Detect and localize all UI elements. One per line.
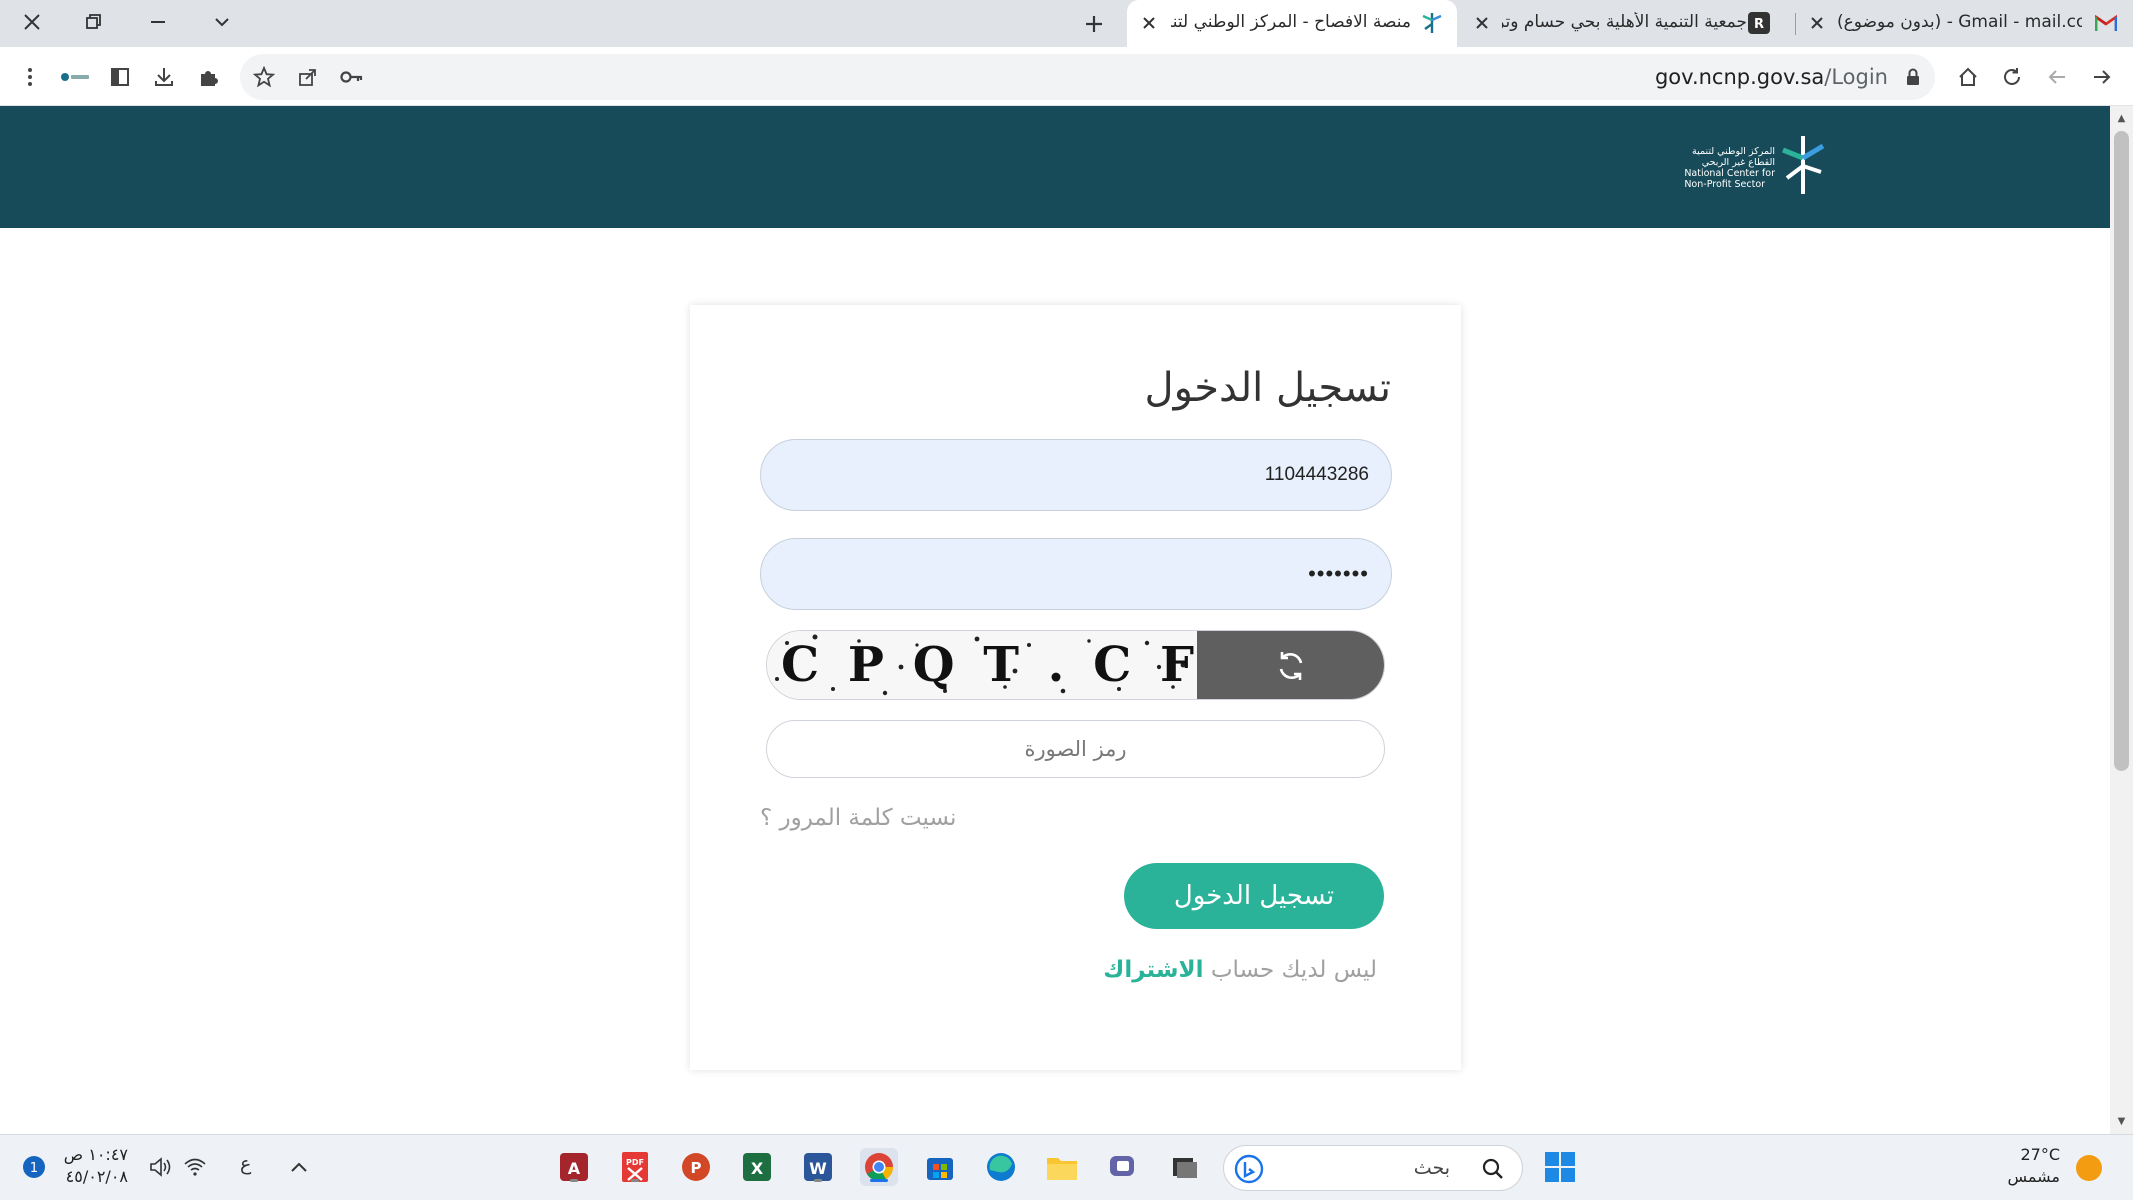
close-window-button[interactable]: [2, 0, 62, 44]
edge-app-icon[interactable]: [982, 1148, 1020, 1186]
tab-title: منصة الافصاح - المركز الوطني لتنمية: [1171, 12, 1411, 32]
chevron-down-icon: [215, 18, 229, 27]
restore-window-button[interactable]: [63, 0, 123, 44]
input-language[interactable]: ع: [240, 1153, 251, 1175]
weather-temperature: 27°C: [2020, 1145, 2060, 1164]
lock-icon[interactable]: [1896, 60, 1930, 94]
plus-icon: [1086, 16, 1102, 32]
svg-text:P: P: [691, 1159, 702, 1177]
bing-icon: [1234, 1154, 1264, 1184]
share-icon[interactable]: [291, 60, 325, 94]
scroll-down-icon[interactable]: ▼: [2115, 1115, 2128, 1128]
windows-taskbar: 1 ١٠:٤٧ ص ٤٥/٠٢/٠٨ ع A PDF P X W بحث 27°…: [0, 1134, 2133, 1200]
weather-label: مشمس: [2007, 1167, 2061, 1186]
weather-widget[interactable]: 27°C مشمس: [1985, 1144, 2061, 1188]
tab-close-icon[interactable]: [1470, 11, 1494, 35]
svg-text:1: 1: [30, 1161, 38, 1176]
r-favicon-icon: R: [1748, 12, 1770, 34]
no-account-text: ليس لديك حساب: [1210, 957, 1377, 983]
home-icon[interactable]: [1951, 60, 1985, 94]
scroll-thumb[interactable]: [2114, 131, 2129, 771]
captcha-refresh-button[interactable]: [1197, 631, 1384, 699]
chrome-app-icon[interactable]: [860, 1148, 898, 1186]
pdf-app-icon[interactable]: PDF: [616, 1148, 654, 1186]
system-clock[interactable]: ١٠:٤٧ ص ٤٥/٠٢/٠٨: [62, 1144, 128, 1188]
svg-text:A: A: [568, 1159, 581, 1178]
ncnp-favicon-icon: [1421, 12, 1443, 34]
restore-icon: [86, 14, 101, 29]
username-input[interactable]: 1104443286: [760, 439, 1392, 511]
refresh-icon: [1279, 652, 1302, 680]
signup-prompt: ليس لديك حساب الاشتراك: [1103, 957, 1377, 983]
svg-text:X: X: [751, 1159, 764, 1178]
reload-icon[interactable]: [1995, 60, 2029, 94]
tab-title: (بدون موضوع) - Gmail - mail.com: [1837, 12, 2082, 32]
page-scrollbar[interactable]: ▲ ▼: [2110, 106, 2133, 1134]
browser-tab-strip: منصة الافصاح - المركز الوطني لتنمية جمعي…: [0, 0, 2133, 47]
ncnp-emblem-icon: [1782, 136, 1825, 194]
taskbar-search[interactable]: بحث: [1223, 1145, 1523, 1191]
captcha-text: C P Q T . C F: [781, 637, 1201, 693]
captcha-image: C P Q T . C F: [767, 631, 1201, 699]
login-title: تسجيل الدخول: [1144, 365, 1391, 411]
close-icon: [24, 14, 40, 30]
file-explorer-app-icon[interactable]: [1043, 1148, 1081, 1186]
download-icon[interactable]: [147, 60, 181, 94]
forgot-password-link[interactable]: نسيت كلمة المرور ؟: [760, 805, 956, 831]
svg-text:W: W: [809, 1159, 827, 1178]
signup-link[interactable]: الاشتراك: [1103, 957, 1203, 983]
excel-app-icon[interactable]: X: [738, 1148, 776, 1186]
menu-icon[interactable]: [13, 60, 47, 94]
notification-badge-icon[interactable]: 1: [20, 1153, 48, 1181]
forward-arrow-icon[interactable]: [2085, 60, 2119, 94]
side-panel-icon[interactable]: [103, 60, 137, 94]
extensions-icon[interactable]: [191, 60, 225, 94]
minimize-icon: [151, 21, 165, 23]
password-key-icon[interactable]: [335, 60, 369, 94]
chevron-up-icon[interactable]: [280, 1148, 318, 1186]
ncnp-logo[interactable]: المركز الوطني لتنمية القطاع غير الربحي N…: [1684, 136, 1825, 198]
bookmark-star-icon[interactable]: [247, 60, 281, 94]
store-app-icon[interactable]: [921, 1148, 959, 1186]
scroll-up-icon[interactable]: ▲: [2115, 112, 2128, 125]
login-card: تسجيل الدخول 1104443286 ••••••• C P Q T …: [690, 305, 1461, 1070]
clock-date: ٤٥/٠٢/٠٨: [65, 1167, 128, 1186]
minimize-window-button[interactable]: [128, 0, 188, 44]
tab-close-icon[interactable]: [1137, 11, 1161, 35]
word-app-icon[interactable]: W: [799, 1148, 837, 1186]
powerpoint-app-icon[interactable]: P: [677, 1148, 715, 1186]
captcha-input[interactable]: رمز الصورة: [766, 720, 1385, 778]
tab-title: جمعية التنمية الأهلية بحي حسام وتر: [1502, 12, 1747, 32]
svg-text:PDF: PDF: [626, 1158, 644, 1167]
browser-toolbar: gov.ncnp.gov.sa/Login: [0, 47, 2133, 106]
captcha: C P Q T . C F: [766, 630, 1385, 700]
search-label: بحث: [1413, 1157, 1450, 1179]
tab-close-icon[interactable]: [1805, 11, 1829, 35]
wifi-icon[interactable]: [176, 1148, 214, 1186]
start-button-icon[interactable]: [1541, 1148, 1579, 1186]
back-arrow-icon[interactable]: [2040, 60, 2074, 94]
profile-icon[interactable]: [58, 60, 92, 94]
url-text[interactable]: gov.ncnp.gov.sa/Login: [1655, 65, 1888, 89]
clock-time: ١٠:٤٧ ص: [63, 1145, 128, 1164]
volume-icon[interactable]: [142, 1148, 180, 1186]
teams-app-icon[interactable]: [1104, 1148, 1142, 1186]
access-app-icon[interactable]: A: [555, 1148, 593, 1186]
sun-icon[interactable]: [2070, 1149, 2108, 1187]
tab-gmail[interactable]: (بدون موضوع) - Gmail - mail.com: [1797, 0, 2127, 47]
tab-ncnp[interactable]: منصة الافصاح - المركز الوطني لتنمية: [1127, 0, 1457, 47]
tab-search-button[interactable]: [192, 0, 252, 44]
password-input[interactable]: •••••••: [760, 538, 1392, 610]
search-icon: [1482, 1158, 1503, 1179]
tab-association[interactable]: جمعية التنمية الأهلية بحي حسام وتر R: [1462, 0, 1792, 47]
gmail-favicon-icon: [2095, 12, 2117, 34]
logo-text: المركز الوطني لتنمية القطاع غير الربحي N…: [1684, 146, 1775, 190]
new-tab-button[interactable]: [1064, 2, 1124, 46]
svg-text:R: R: [1754, 17, 1764, 31]
site-header: المركز الوطني لتنمية القطاع غير الربحي N…: [0, 106, 2110, 228]
window-app-icon[interactable]: [1165, 1148, 1203, 1186]
login-submit-button[interactable]: تسجيل الدخول: [1124, 863, 1384, 929]
